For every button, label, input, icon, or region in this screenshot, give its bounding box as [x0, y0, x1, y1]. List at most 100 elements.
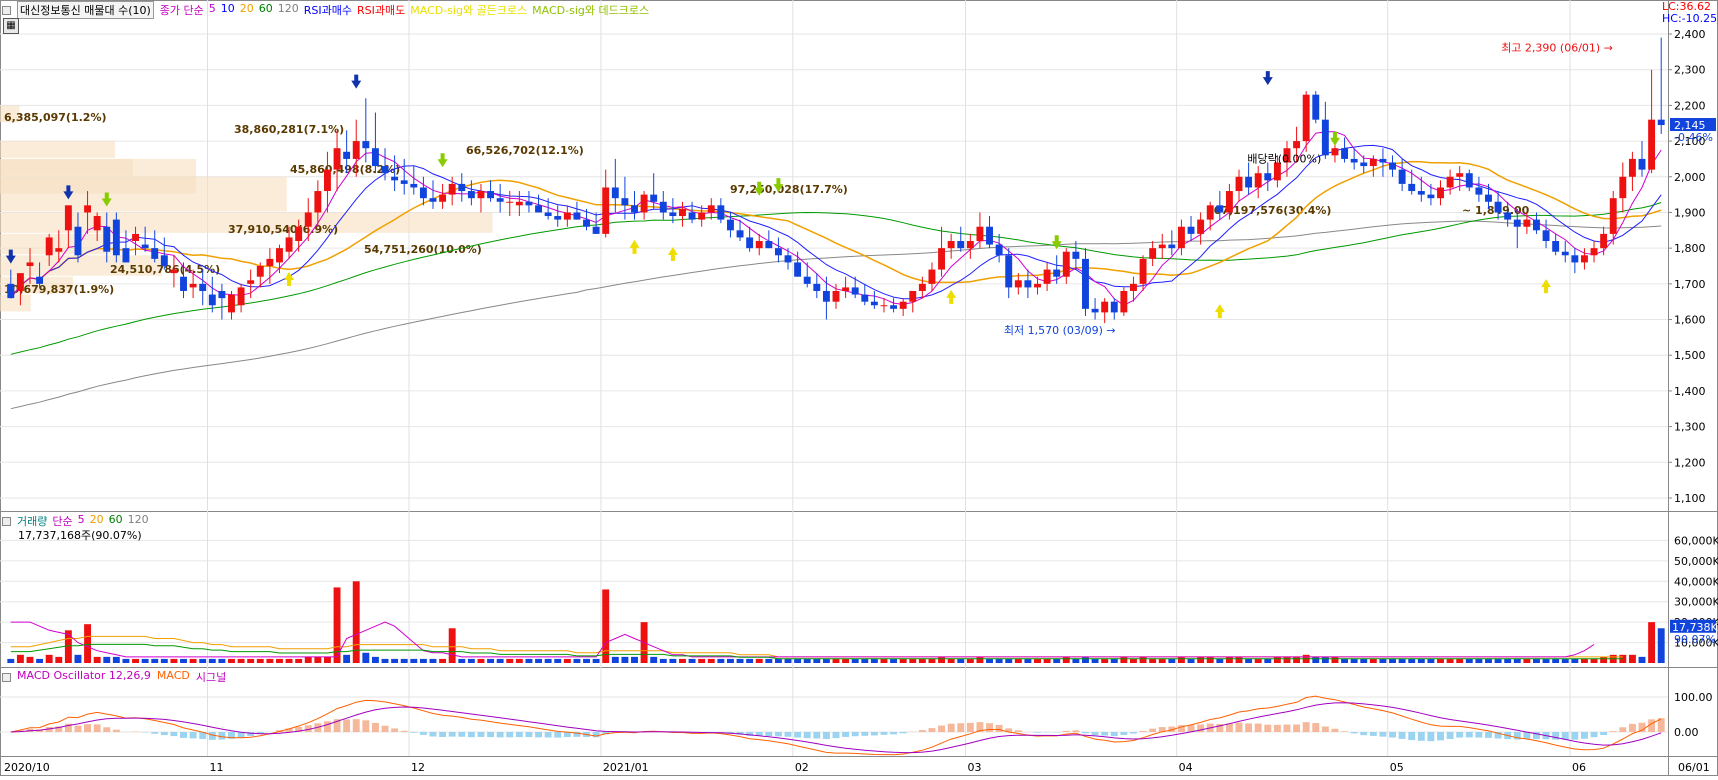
volume-bar [286, 659, 293, 663]
volume-bar [1082, 657, 1089, 663]
candle-body [1466, 173, 1473, 187]
macd-oscillator-bar [1120, 732, 1127, 735]
x-axis-label: 11 [210, 761, 224, 774]
price-legend: 대신정보통신 매물대 수(10) 종가 단순5102060120RSI과매수RS… [2, 1, 649, 19]
candle-body [1360, 162, 1367, 166]
volume-bar [708, 659, 715, 663]
volume-bar [525, 659, 532, 663]
candle-body [228, 295, 235, 313]
macd-oscillator-bar [1274, 725, 1281, 732]
grid-settings-icon[interactable]: ▦ [3, 18, 19, 34]
candle-body [190, 284, 197, 288]
legend-item-6[interactable]: RSI과매수 [304, 2, 352, 18]
volume-bar [669, 659, 676, 663]
volume-profile-band [0, 141, 115, 158]
candle-body [938, 248, 945, 269]
legend-item-9[interactable]: MACD-sig와 데드크로스 [532, 2, 649, 18]
macd-oscillator-bar [468, 732, 475, 737]
x-axis-label: 04 [1179, 761, 1193, 774]
high-annotation: 최고 2,390 (06/01) → [1501, 42, 1613, 55]
legend-item-8[interactable]: MACD-sig와 골든크로스 [410, 2, 527, 18]
macd-oscillator-bar [765, 732, 772, 736]
macd-oscillator-bar [324, 721, 331, 732]
macd-oscillator-bar [458, 732, 465, 737]
macd-oscillator-bar [1082, 732, 1089, 733]
macd-panel-marker-icon[interactable] [2, 673, 11, 682]
candle-body [1389, 162, 1396, 169]
volume-bar [487, 659, 494, 663]
candle-body [382, 166, 389, 173]
volume-bar [621, 657, 628, 663]
legend-items: 종가 단순 5 10 20 60 120 RSI과매수 RSI과매도 MACD-sig와 골든크… [160, 2, 649, 18]
macd-oscillator-bar [401, 731, 408, 732]
legend-item-0[interactable]: 종가 단순 [160, 2, 204, 18]
macd-oscillator-bar [967, 723, 974, 732]
volume-axis-label: 60,000K [1674, 534, 1718, 547]
legend-item-5[interactable]: 120 [278, 2, 299, 18]
candle-body [986, 227, 993, 245]
macd-oscillator-bar [871, 732, 878, 735]
volume-bar [1188, 659, 1195, 663]
candle-body [1082, 259, 1089, 309]
candle-body [1552, 241, 1559, 252]
chart-canvas[interactable]: 2,4002,3002,2002,1002,0001,9001,8001,700… [0, 0, 1718, 776]
volume-bar [142, 659, 149, 663]
volume-bar [314, 657, 321, 663]
volume-profile-label: 66,526,702(12.1%) [466, 144, 584, 157]
price-axis-label: 1,800 [1674, 242, 1706, 255]
macd-oscillator-bar [1447, 732, 1454, 739]
candle-body [689, 212, 696, 219]
macd-legend-item-1[interactable]: MACD [157, 669, 190, 685]
legend-item-2[interactable]: 10 [221, 2, 235, 18]
volume-panel-marker-icon[interactable] [2, 517, 11, 526]
candle-body [852, 287, 859, 294]
legend-item-7[interactable]: RSI과매도 [357, 2, 405, 18]
legend-item-1[interactable]: 5 [209, 2, 216, 18]
macd-oscillator-bar [948, 724, 955, 732]
volume-bar [823, 659, 830, 663]
volume-bar [1351, 659, 1358, 663]
volume-bar [996, 659, 1003, 663]
volume-bar [458, 659, 465, 663]
volume-bar [976, 657, 983, 663]
candle-body [84, 205, 91, 212]
macd-legend-item-2[interactable]: 시그널 [196, 669, 226, 685]
volume-bar [430, 659, 437, 663]
candle-body [1293, 141, 1300, 148]
volume-bar [1562, 659, 1569, 663]
candle-body [94, 216, 101, 230]
dividend-annotation: 배당락(0.00%) [1247, 152, 1321, 165]
macd-oscillator-bar [804, 732, 811, 738]
legend-item-3[interactable]: 20 [240, 2, 254, 18]
volume-bar [305, 657, 312, 663]
volume-bar [449, 628, 456, 663]
volume-bar [1140, 657, 1147, 663]
stock-chart[interactable]: 2,4002,3002,2002,1002,0001,9001,8001,700… [0, 0, 1718, 776]
candle-body [1379, 159, 1386, 163]
volume-bar [218, 659, 225, 663]
volume-bar [919, 659, 926, 663]
price-axis-label: 2,000 [1674, 171, 1706, 184]
macd-oscillator-bar [1581, 732, 1588, 739]
volume-max-label: 17,737,168주(90.07%) [18, 527, 142, 543]
macd-legend-item-0[interactable]: MACD Oscillator 12,26,9 [17, 669, 151, 685]
candle-body [1120, 291, 1127, 312]
candle-body [1101, 302, 1108, 313]
legend-item-4[interactable]: 60 [259, 2, 273, 18]
candle-body [1427, 195, 1434, 199]
candle-body [573, 212, 580, 219]
candle-body [334, 148, 341, 169]
candle-body [439, 195, 446, 202]
candle-body [1168, 245, 1175, 249]
macd-oscillator-bar [775, 732, 782, 736]
panel-marker-icon[interactable] [2, 6, 11, 15]
macd-oscillator-bar [794, 732, 801, 738]
candle-body [1600, 234, 1607, 248]
volume-profile-band [0, 295, 31, 312]
candle-body [353, 141, 360, 159]
candle-body [1197, 220, 1204, 234]
volume-bar [785, 659, 792, 663]
volume-bar [1120, 657, 1127, 663]
candle-body [266, 259, 273, 266]
volume-bar [1072, 659, 1079, 663]
